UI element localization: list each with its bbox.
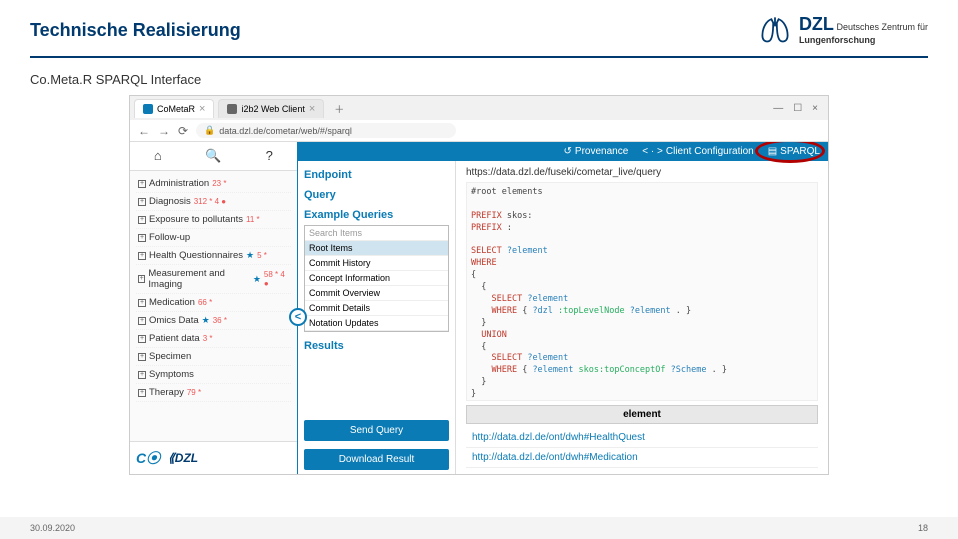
examples-label: Example Queries <box>304 209 449 221</box>
tree-item[interactable]: +Follow-up <box>136 229 291 247</box>
endpoint-label: Endpoint <box>304 169 449 181</box>
new-tab-button[interactable]: ＋ <box>328 101 350 116</box>
tree-item[interactable]: +Exposure to pollutants 11 * <box>136 211 291 229</box>
slide-date: 30.09.2020 <box>30 523 75 533</box>
forward-icon[interactable]: → <box>158 124 170 138</box>
example-query-item[interactable]: Root Items <box>305 241 448 256</box>
tree-item[interactable]: +Patient data 3 * <box>136 330 291 348</box>
example-query-item[interactable]: Commit Details <box>305 301 448 316</box>
back-icon[interactable]: ← <box>138 124 150 138</box>
slide-title: Technische Realisierung <box>30 20 241 41</box>
example-query-item[interactable]: Commit History <box>305 256 448 271</box>
cometar-logo: C⦿ <box>136 448 160 468</box>
tree-item[interactable]: +Medication 66 * <box>136 294 291 312</box>
example-query-item[interactable]: Commit Overview <box>305 286 448 301</box>
result-row[interactable]: http://data.dzl.de/ont/dwh#Medication <box>466 448 818 468</box>
browser-window: CoMetaR × i2b2 Web Client × ＋ — ☐ × ← → … <box>129 95 829 475</box>
tree-item[interactable]: +Health Questionnaires ★5 * <box>136 247 291 265</box>
browser-tab-active[interactable]: CoMetaR × <box>134 99 214 118</box>
query-label: Query <box>304 189 449 201</box>
close-window-icon[interactable]: × <box>812 103 818 114</box>
tree-item[interactable]: +Measurement and Imaging ★58 * 4 ● <box>136 265 291 294</box>
example-query-item[interactable]: Concept Information <box>305 271 448 286</box>
tree-item[interactable]: +Symptoms <box>136 366 291 384</box>
concept-tree: +Administration 23 *+Diagnosis 312 * 4 ●… <box>130 171 297 441</box>
query-editor[interactable]: #root elements PREFIX skos: PREFIX : SEL… <box>466 182 818 401</box>
lock-icon: 🔒 <box>204 125 215 136</box>
sidebar: ⌂ 🔍 ? +Administration 23 *+Diagnosis 312… <box>130 142 298 474</box>
tree-item[interactable]: +Diagnosis 312 * 4 ● <box>136 193 291 211</box>
nav-config[interactable]: < · >Client Configuration <box>642 146 753 157</box>
dzl-mini-logo: ⟪DZL <box>168 451 198 465</box>
address-bar[interactable]: 🔒 data.dzl.de/cometar/web/#/sparql <box>196 123 456 138</box>
results-label: Results <box>304 340 449 352</box>
example-queries-list: Search Items Root ItemsCommit HistoryCon… <box>304 225 449 332</box>
home-icon[interactable]: ⌂ <box>130 142 186 170</box>
maximize-icon[interactable]: ☐ <box>793 103 802 114</box>
config-icon: < · > <box>642 146 663 157</box>
results-column-header: element <box>466 405 818 424</box>
close-icon[interactable]: × <box>199 103 205 115</box>
reload-icon[interactable]: ⟳ <box>178 124 188 138</box>
slide-page-number: 18 <box>918 523 928 533</box>
tree-item[interactable]: +Administration 23 * <box>136 175 291 193</box>
nav-provenance[interactable]: ↺Provenance <box>564 146 629 157</box>
help-icon[interactable]: ? <box>241 142 297 170</box>
close-icon[interactable]: × <box>309 103 315 115</box>
search-icon[interactable]: 🔍 <box>186 142 242 170</box>
result-row[interactable]: http://data.dzl.de/ont/dwh#HealthQuest <box>466 428 818 448</box>
tree-item[interactable]: +Omics Data ★36 * <box>136 312 291 330</box>
annotation-circle <box>755 142 825 163</box>
dzl-logo: DZL Deutsches Zentrum für Lungenforschun… <box>757 12 928 48</box>
browser-tab[interactable]: i2b2 Web Client × <box>218 99 324 118</box>
top-nav: ↺Provenance < · >Client Configuration ▤S… <box>298 142 828 161</box>
send-query-button[interactable]: Send Query <box>304 420 449 441</box>
collapse-sidebar-button[interactable]: < <box>289 308 307 326</box>
example-query-item[interactable]: Notation Updates <box>305 316 448 331</box>
slide-subtitle: Co.Meta.R SPARQL Interface <box>0 58 958 95</box>
minimize-icon[interactable]: — <box>773 103 783 114</box>
tree-item[interactable]: +Specimen <box>136 348 291 366</box>
download-result-button[interactable]: Download Result <box>304 449 449 470</box>
provenance-icon: ↺ <box>564 146 572 157</box>
tree-item[interactable]: +Therapy 79 * <box>136 384 291 402</box>
endpoint-url: https://data.dzl.de/fuseki/cometar_live/… <box>466 167 818 178</box>
example-search-input[interactable]: Search Items <box>305 226 448 241</box>
